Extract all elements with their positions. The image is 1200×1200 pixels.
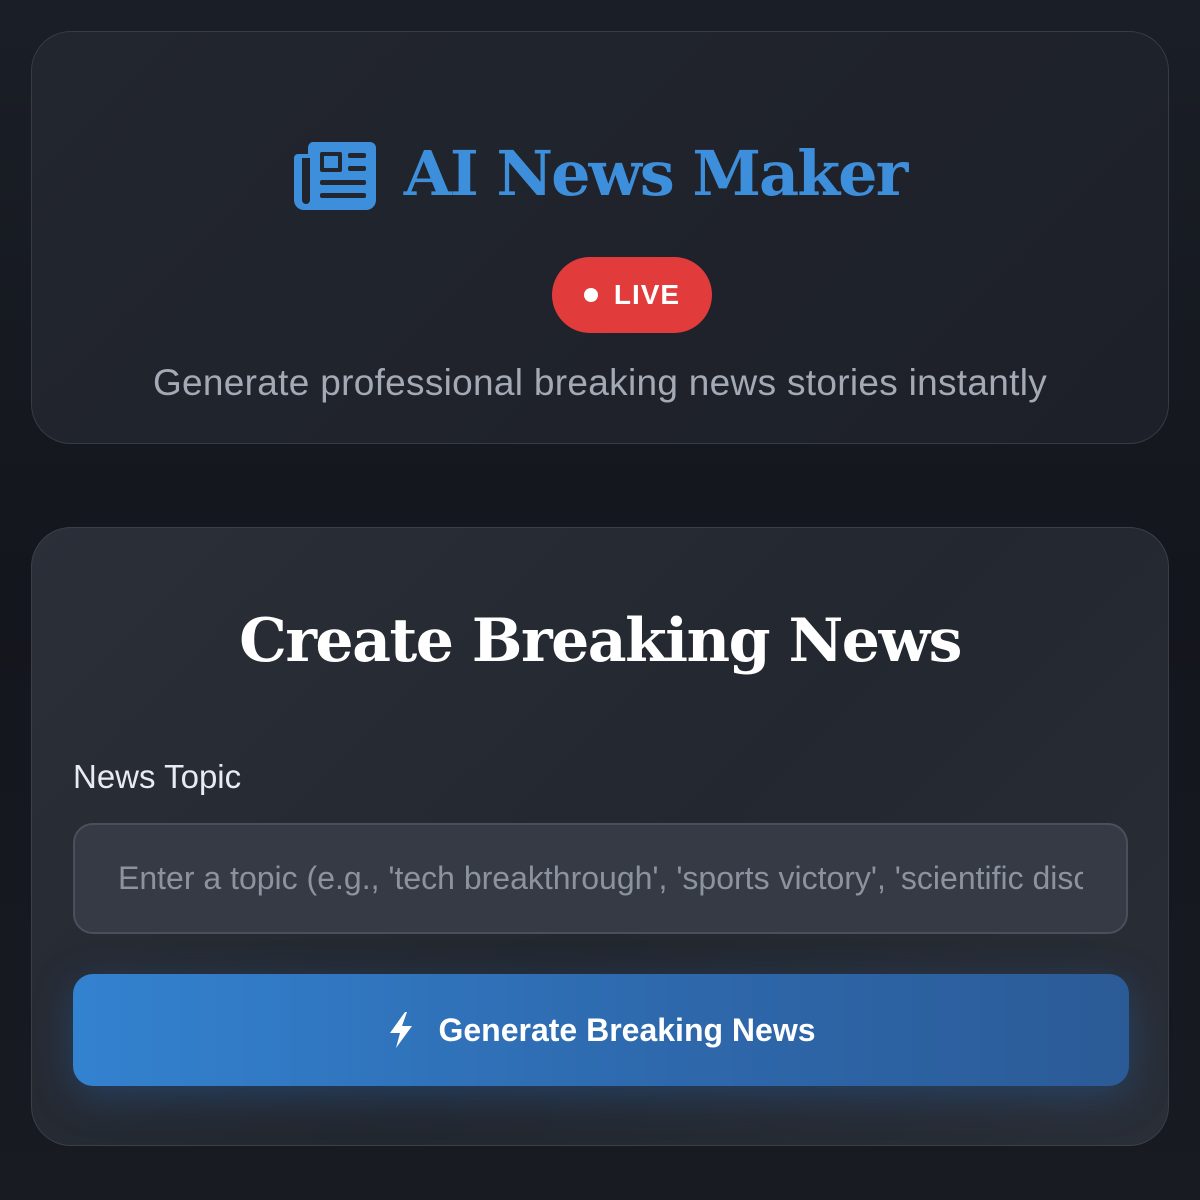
create-news-card: Create Breaking News News Topic Generate… [31,527,1169,1146]
generate-button-label: Generate Breaking News [438,1011,816,1048]
app-title: AI News Maker [403,137,909,210]
form-title: Create Breaking News [239,606,962,676]
live-badge-label: LIVE [613,279,681,310]
brand: AI News Maker [32,137,1168,210]
header-card: AI News Maker LIVE Generate professional… [31,31,1169,444]
live-dot-icon [583,288,598,302]
newspaper-icon [293,141,376,210]
live-badge: LIVE [552,257,712,333]
topic-input[interactable] [73,823,1128,934]
tagline: Generate professional breaking news stor… [152,362,1048,403]
topic-label: News Topic [73,758,242,795]
generate-button[interactable]: Generate Breaking News [73,974,1129,1086]
bolt-icon [390,1012,413,1048]
